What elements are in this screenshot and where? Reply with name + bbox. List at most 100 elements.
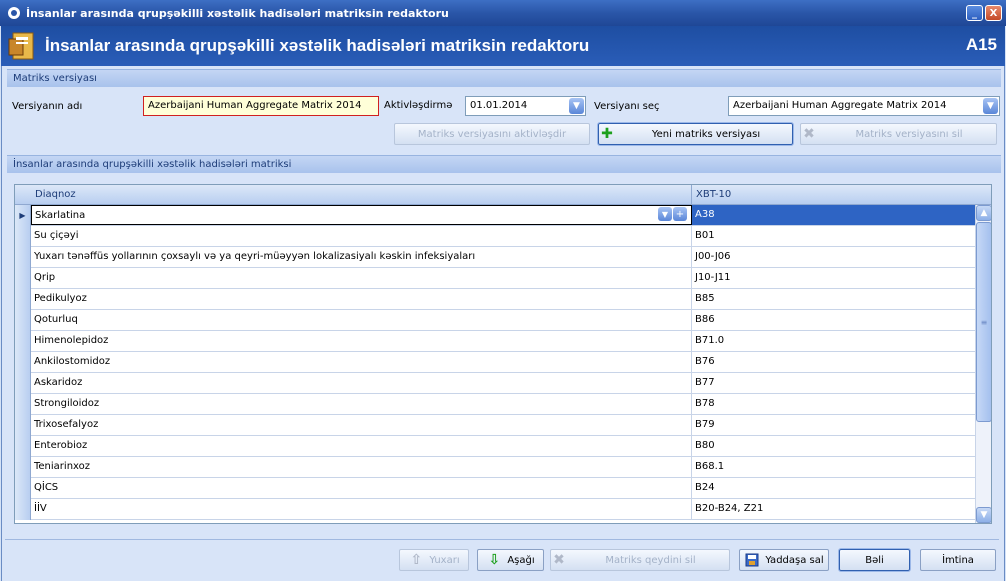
table-row[interactable]: ▶ Skarlatina ▼ + A38 [15,205,975,226]
activate-version-button[interactable]: Matriks versiyasını aktivləşdir [394,123,590,145]
version-name-input[interactable]: Azerbaijani Human Aggregate Matrix 2014 [143,96,379,116]
move-up-button[interactable]: ⇧ Yuxarı [399,549,469,571]
row-indicator[interactable] [15,415,31,436]
ok-button[interactable]: Bəli [838,548,911,572]
matrix-group-header: İnsanlar arasında qrupşəkilli xəstəlik h… [7,155,1001,173]
app-icon [6,5,22,21]
delete-record-button[interactable]: ✖ Matriks qeydini sil [550,549,730,571]
chevron-down-icon[interactable]: ▼ [658,207,672,221]
row-indicator[interactable] [15,247,31,268]
icd10-cell[interactable]: B01 [692,226,975,246]
table-row[interactable]: Qoturluq B86 [15,310,975,331]
diagnosis-cell[interactable]: Teniarinxoz [31,457,692,477]
icd10-cell[interactable]: B79 [692,415,975,435]
chevron-down-icon[interactable]: ▼ [983,98,998,114]
row-indicator[interactable] [15,478,31,499]
table-row[interactable]: Himenolepidoz B71.0 [15,331,975,352]
diagnosis-cell[interactable]: Enterobioz [31,436,692,456]
save-label: Yaddaşa sal [765,554,824,566]
row-indicator[interactable] [15,373,31,394]
scrollbar-thumb[interactable]: ≡ [976,222,991,422]
diagnosis-cell[interactable]: Ankilostomidoz [31,352,692,372]
activate-version-label: Matriks versiyasını aktivləşdir [417,128,567,140]
table-row[interactable]: Qrip J10-J11 [15,268,975,289]
scroll-down-icon[interactable]: ▼ [976,507,991,523]
row-indicator[interactable] [15,352,31,373]
table-row[interactable]: Ankilostomidoz B76 [15,352,975,373]
diagnosis-cell[interactable]: Strongiloidoz [31,394,692,414]
icd10-cell[interactable]: B24 [692,478,975,498]
version-select-label: Versiyanı seç [594,101,660,112]
icd10-cell[interactable]: B76 [692,352,975,372]
diagnosis-cell[interactable]: Pedikulyoz [31,289,692,309]
diagnosis-cell[interactable]: Trixosefalyoz [31,415,692,435]
diagnosis-cell[interactable]: Himenolepidoz [31,331,692,351]
icd10-cell[interactable]: B86 [692,310,975,330]
diagnosis-cell[interactable]: Qoturluq [31,310,692,330]
new-version-label: Yeni matriks versiyası [651,128,761,140]
move-up-label: Yuxarı [429,554,460,566]
save-button[interactable]: Yaddaşa sal [739,549,829,571]
row-indicator[interactable] [15,394,31,415]
diagnosis-cell[interactable]: QİCS [31,478,692,498]
diagnosis-cell[interactable]: Su çiçəyi [31,226,692,246]
table-row[interactable]: Pedikulyoz B85 [15,289,975,310]
chevron-down-icon[interactable]: ▼ [569,98,584,114]
row-indicator[interactable] [15,436,31,457]
save-icon [744,552,760,568]
scroll-up-icon[interactable]: ▲ [976,205,991,221]
icd10-cell[interactable]: B71.0 [692,331,975,351]
diagnosis-cell[interactable]: Yuxarı tənəffüs yollarının çoxsaylı və y… [31,247,692,267]
table-row[interactable]: İİV B20-B24, Z21 [15,499,975,520]
row-indicator[interactable]: ▶ [15,205,31,226]
row-indicator[interactable] [15,331,31,352]
table-row[interactable]: Enterobioz B80 [15,436,975,457]
row-indicator[interactable] [15,457,31,478]
form-icon [7,30,39,62]
new-version-button[interactable]: ✚ Yeni matriks versiyası [597,122,794,146]
form-header: İnsanlar arasında qrupşəkilli xəstəlik h… [1,26,1005,66]
minimize-button[interactable]: _ [966,5,983,21]
column-header-icd10[interactable]: XBT-10 [692,185,975,205]
icd10-cell[interactable]: B20-B24, Z21 [692,499,975,519]
row-indicator[interactable] [15,289,31,310]
column-header-diagnosis[interactable]: Diaqnoz [31,185,692,205]
page-title: İnsanlar arasında qrupşəkilli xəstəlik h… [45,36,590,55]
icd10-cell[interactable]: A38 [692,205,975,225]
row-indicator[interactable] [15,268,31,289]
matrix-grid: Diaqnoz XBT-10 ▶ Skarlatina ▼ + A38 Su çiçəyi… [14,184,992,524]
version-name-label: Versiyanın adı [12,101,83,112]
table-row[interactable]: Askaridoz B77 [15,373,975,394]
row-indicator[interactable] [15,499,31,520]
move-down-button[interactable]: ⇩ Aşağı [477,549,544,571]
diagnosis-cell[interactable]: Skarlatina [31,205,692,225]
icd10-cell[interactable]: B77 [692,373,975,393]
grid-header: Diaqnoz XBT-10 [15,185,991,205]
table-row[interactable]: Su çiçəyi B01 [15,226,975,247]
version-select[interactable]: Azerbaijani Human Aggregate Matrix 2014 … [728,96,1000,116]
activation-date-picker[interactable]: 01.01.2014 ▼ [465,96,586,116]
diagnosis-cell[interactable]: Askaridoz [31,373,692,393]
window-title: İnsanlar arasında qrupşəkilli xəstəlik h… [26,6,449,20]
icd10-cell[interactable]: B80 [692,436,975,456]
icd10-cell[interactable]: B85 [692,289,975,309]
icd10-cell[interactable]: J00-J06 [692,247,975,267]
table-row[interactable]: Strongiloidoz B78 [15,394,975,415]
vertical-scrollbar[interactable]: ▲ ≡ ▼ [975,205,991,523]
table-row[interactable]: Yuxarı tənəffüs yollarının çoxsaylı və y… [15,247,975,268]
close-button[interactable]: X [985,5,1002,21]
cancel-label: İmtina [942,554,974,566]
icd10-cell[interactable]: B68.1 [692,457,975,477]
row-indicator[interactable] [15,310,31,331]
table-row[interactable]: Trixosefalyoz B79 [15,415,975,436]
cancel-button[interactable]: İmtina [920,549,996,571]
row-indicator[interactable] [15,226,31,247]
table-row[interactable]: Teniarinxoz B68.1 [15,457,975,478]
diagnosis-cell[interactable]: Qrip [31,268,692,288]
table-row[interactable]: QİCS B24 [15,478,975,499]
diagnosis-cell[interactable]: İİV [31,499,692,519]
delete-version-button[interactable]: ✖ Matriks versiyasını sil [800,123,997,145]
icd10-cell[interactable]: J10-J11 [692,268,975,288]
add-icon[interactable]: + [673,207,687,221]
icd10-cell[interactable]: B78 [692,394,975,414]
